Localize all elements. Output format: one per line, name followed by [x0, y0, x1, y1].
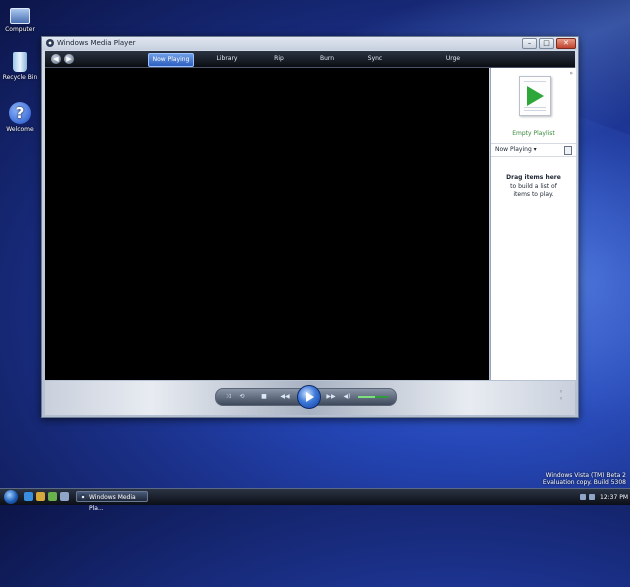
- media-player-window: Windows Media Player – □ ✕ ◀ ▶ Now Playi…: [41, 36, 579, 418]
- quick-launch-folder-icon[interactable]: [36, 492, 45, 501]
- now-playing-row: Now Playing ▾: [491, 143, 576, 157]
- empty-playlist-link[interactable]: Empty Playlist: [491, 130, 576, 137]
- play-icon: [306, 392, 314, 402]
- maximize-button[interactable]: □: [539, 38, 554, 49]
- list-pane: » Empty Playlist Now Playing ▾ Drag item…: [490, 68, 576, 380]
- list-options-button[interactable]: »: [569, 70, 573, 77]
- stop-button[interactable]: ■: [260, 393, 268, 401]
- play-button[interactable]: [297, 385, 321, 409]
- build-watermark: Windows Vista (TM) Beta 2 Evaluation cop…: [543, 472, 626, 486]
- desktop-icon-label: Computer: [5, 26, 35, 33]
- forward-button[interactable]: ▶: [64, 54, 74, 64]
- tab-sync[interactable]: Sync: [353, 53, 397, 65]
- clock[interactable]: 12:37 PM: [600, 494, 628, 501]
- now-playing-dropdown[interactable]: Now Playing ▾: [495, 146, 537, 153]
- taskbar-button-label: Windows Media Pla...: [89, 494, 136, 512]
- save-list-icon[interactable]: [564, 146, 572, 155]
- previous-button[interactable]: ◀◀: [278, 393, 292, 401]
- navigation-bar: ◀ ▶ Now Playing Library Rip Burn Sync Ur…: [45, 51, 575, 68]
- taskbar-media-player-button[interactable]: Windows Media Pla...: [76, 491, 148, 512]
- media-player-icon: [46, 39, 54, 47]
- watermark-line-2: Evaluation copy. Build 5308: [542, 479, 626, 486]
- next-button[interactable]: ▶▶: [324, 393, 338, 401]
- media-player-icon: [80, 494, 86, 500]
- back-button[interactable]: ◀: [51, 54, 61, 64]
- repeat-button[interactable]: ⟲: [238, 393, 246, 401]
- tab-burn[interactable]: Burn: [305, 53, 349, 65]
- desktop-icon-welcome[interactable]: ? Welcome: [2, 102, 38, 133]
- volume-fill: [358, 396, 375, 398]
- start-button[interactable]: [4, 490, 18, 504]
- mini-mode-icon[interactable]: ◦ ◦: [559, 389, 567, 403]
- drag-items-description: to build a list of items to play.: [510, 183, 557, 198]
- volume-icon[interactable]: [589, 494, 595, 500]
- desktop-icon-computer[interactable]: Computer: [2, 4, 38, 33]
- computer-icon: [10, 8, 30, 24]
- minimize-button[interactable]: –: [522, 38, 537, 49]
- desktop-icon-label: Welcome: [6, 126, 34, 133]
- quick-launch-ie-icon[interactable]: [24, 492, 33, 501]
- transport-bar: ⤨ ⟲ ■ ◀◀ ▶▶ ◀): [215, 385, 397, 409]
- mute-button[interactable]: ◀): [342, 393, 352, 401]
- quick-launch-desktop-icon[interactable]: [60, 492, 69, 501]
- help-icon: ?: [9, 102, 31, 124]
- volume-slider[interactable]: [358, 396, 388, 398]
- network-icon[interactable]: [580, 494, 586, 500]
- recycle-bin-icon: [13, 52, 27, 72]
- system-tray: 12:37 PM: [580, 491, 628, 503]
- quick-launch-media-icon[interactable]: [48, 492, 57, 501]
- tab-rip[interactable]: Rip: [257, 53, 301, 65]
- tab-urge[interactable]: Urge: [431, 53, 475, 65]
- video-area[interactable]: [45, 68, 489, 380]
- title-bar[interactable]: Windows Media Player – □ ✕: [42, 37, 578, 50]
- desktop-icon-recycle-bin[interactable]: Recycle Bin: [2, 52, 38, 81]
- taskbar: Windows Media Pla... 12:37 PM: [0, 488, 630, 512]
- playlist-icon: [519, 76, 551, 116]
- close-button[interactable]: ✕: [556, 38, 576, 49]
- playback-controls: ⤨ ⟲ ■ ◀◀ ▶▶ ◀) ◦ ◦: [45, 381, 575, 415]
- tab-library[interactable]: Library: [205, 53, 249, 65]
- drag-items-title: Drag items here: [506, 174, 561, 181]
- desktop-icon-label: Recycle Bin: [2, 74, 38, 81]
- watermark-line-1: Windows Vista (TM) Beta 2: [545, 472, 626, 479]
- shuffle-button[interactable]: ⤨: [224, 393, 232, 401]
- window-title: Windows Media Player: [57, 39, 136, 47]
- tab-now-playing[interactable]: Now Playing: [148, 53, 194, 67]
